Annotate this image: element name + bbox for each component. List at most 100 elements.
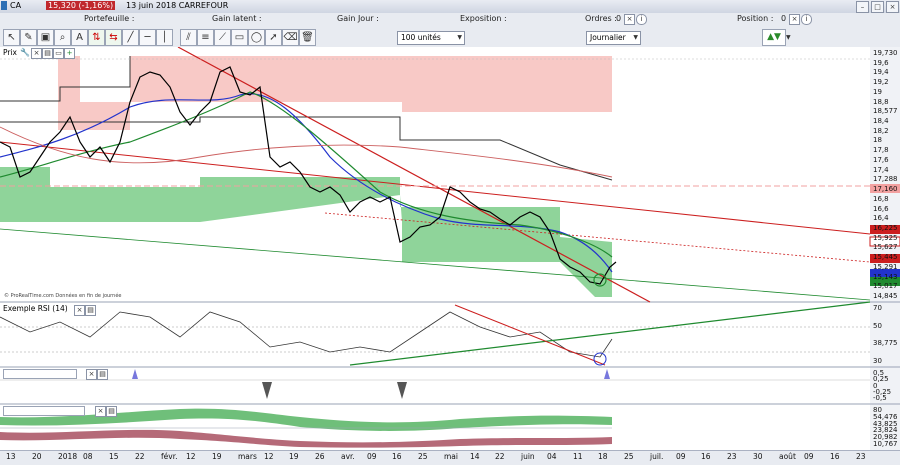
date-axis-label: août (779, 452, 796, 461)
date-axis-label: juin (521, 452, 535, 461)
position-info-icon[interactable]: i (801, 14, 812, 25)
price-axis-tick: 16,225 (873, 224, 898, 232)
ind3-axis: 80 54,476 43,825 23,824 20,982 10,767 (872, 404, 900, 450)
date-axis-label: avr. (341, 452, 355, 461)
price-axis-tick: 17,8 (873, 146, 889, 154)
period-select-value: Journalier (590, 33, 626, 42)
quantity-select[interactable]: 100 unités ▼ (397, 31, 465, 45)
portefeuille-label: Portefeuille : (84, 14, 135, 23)
chart-style-icon[interactable]: ▲▼ (762, 29, 786, 46)
maximize-icon[interactable]: □ (871, 1, 884, 13)
magnifier-icon[interactable]: ⌕ (54, 29, 71, 46)
price-axis-tick: 19,6 (873, 59, 889, 67)
signal-up-icon (604, 369, 610, 379)
ind2-settings-icon[interactable]: ▤ (97, 369, 108, 380)
wrench-icon[interactable]: 🔧 (20, 48, 30, 57)
rsi-close-icon[interactable]: × (74, 305, 85, 316)
chevron-down-icon: ▼ (457, 34, 462, 41)
date-axis-label: 04 (547, 452, 557, 461)
date-axis: 13 20 2018 08 15 22 févr. 12 19 mars 12 19 26 avr. 09 1… (0, 450, 900, 465)
period-select[interactable]: Journalier ▼ (586, 31, 641, 45)
ind2-axis: 0,5 0,25 0 -0,25 -0,5 (872, 367, 900, 404)
date-axis-label: 19 (212, 452, 222, 461)
date-axis-label: févr. (161, 452, 178, 461)
position-close-icon[interactable]: × (789, 14, 800, 25)
ind3-settings-icon[interactable]: ▤ (106, 406, 117, 417)
date-axis-label: 14 (470, 452, 480, 461)
fibonacci-icon[interactable]: ≡ (197, 29, 214, 46)
rsi-green-trend (349, 301, 871, 366)
signal-up-icon (132, 369, 138, 379)
date-axis-label: 16 (830, 452, 840, 461)
eraser-icon[interactable]: ⌫ (282, 29, 299, 46)
minimize-icon[interactable]: – (856, 1, 869, 13)
price-axis-tick: 19,730 (873, 49, 898, 57)
horizontal-line-icon[interactable]: ─ (139, 29, 156, 46)
ellipse-icon[interactable]: ◯ (248, 29, 265, 46)
price-panel-label: Prix (3, 48, 17, 57)
price-axis-tick: 19,2 (873, 78, 889, 86)
cursor-icon[interactable]: ↖ (3, 29, 20, 46)
close-icon[interactable]: × (886, 1, 899, 13)
ind3-label-box[interactable] (3, 406, 85, 416)
position-label: Position : (737, 14, 774, 23)
ind3-axis-tick: 10,767 (873, 440, 898, 448)
channel-icon[interactable]: ⫽ (180, 29, 197, 46)
price-axis: 19,730 19,6 19,4 19,2 19 18,8 18,577 18,4 18,2 18… (872, 47, 900, 302)
price-axis-tick: 15,291 (873, 263, 898, 271)
date-axis-label: 26 (315, 452, 325, 461)
vertical-line-icon[interactable]: │ (156, 29, 173, 46)
chart-style-chevron-icon[interactable]: ▼ (786, 34, 791, 41)
panel-settings-icon[interactable]: ▤ (42, 48, 53, 59)
rectangle-icon[interactable]: ▭ (231, 29, 248, 46)
ind2-label-box[interactable] (3, 369, 77, 379)
price-axis-tick: 15,017 (873, 282, 898, 290)
ordres-close-icon[interactable]: × (624, 14, 635, 25)
rsi-panel-label: Exemple RSI (14) (3, 304, 68, 313)
pencil-icon[interactable]: ✎ (20, 29, 37, 46)
buy-sell-icon[interactable]: ⇅ (88, 29, 105, 46)
date-axis-label: 16 (701, 452, 711, 461)
line-icon[interactable]: ╱ (122, 29, 139, 46)
price-axis-tick: 18 (873, 136, 882, 144)
price-axis-tick: 19 (873, 88, 882, 96)
date-axis-label: 11 (573, 452, 583, 461)
ind2-close-icon[interactable]: × (86, 369, 97, 380)
price-axis-tick: 19,4 (873, 68, 889, 76)
price-axis-tick: 16,4 (873, 214, 889, 222)
trash-icon[interactable]: 🗑 (299, 29, 316, 46)
rsi-settings-icon[interactable]: ▤ (85, 305, 96, 316)
date-axis-label: 12 (264, 452, 274, 461)
date-axis-label: 22 (495, 452, 505, 461)
date-axis-label: 08 (83, 452, 93, 461)
panel-add-icon[interactable]: + (64, 48, 75, 59)
fan-icon[interactable]: ⟋ (214, 29, 231, 46)
rsi-axis-tick: 70 (873, 304, 882, 312)
price-axis-tick: 16,6 (873, 205, 889, 213)
price-panel-title: Prix (3, 48, 17, 57)
rsi-panel-title: Exemple RSI (14) (3, 304, 68, 313)
arrow-icon[interactable]: ➚ (265, 29, 282, 46)
chart-area[interactable]: Prix 🔧 × ▤ ▭ + © ProRealTime.com Données… (0, 46, 900, 450)
order-icon[interactable]: ⇆ (105, 29, 122, 46)
ordres-info-icon[interactable]: i (636, 14, 647, 25)
date-name-label: 13 juin 2018 CARREFOUR (126, 1, 229, 10)
rsi-axis: 70 50 38,775 30 (872, 302, 900, 367)
text-icon[interactable]: A (71, 29, 88, 46)
app-icon (1, 1, 7, 10)
panel-close-icon[interactable]: × (31, 48, 42, 59)
source-text: © ProRealTime.com Données en fin de jour… (4, 293, 122, 299)
price-axis-tick: 14,845 (873, 292, 898, 300)
price-axis-tick: 18,577 (873, 107, 898, 115)
panel-minimize-icon[interactable]: ▭ (53, 48, 64, 59)
price-axis-tick: 18,4 (873, 117, 889, 125)
date-axis-label: juil. (650, 452, 664, 461)
rsi-line (0, 311, 613, 358)
zoom-box-icon[interactable]: ▣ (37, 29, 54, 46)
date-axis-label: 23 (856, 452, 866, 461)
signal-down-icon (397, 382, 407, 399)
date-axis-label: 23 (727, 452, 737, 461)
price-axis-tick: 15,445 (873, 253, 898, 261)
ordres-value: 0 (616, 14, 622, 23)
ind3-close-icon[interactable]: × (95, 406, 106, 417)
